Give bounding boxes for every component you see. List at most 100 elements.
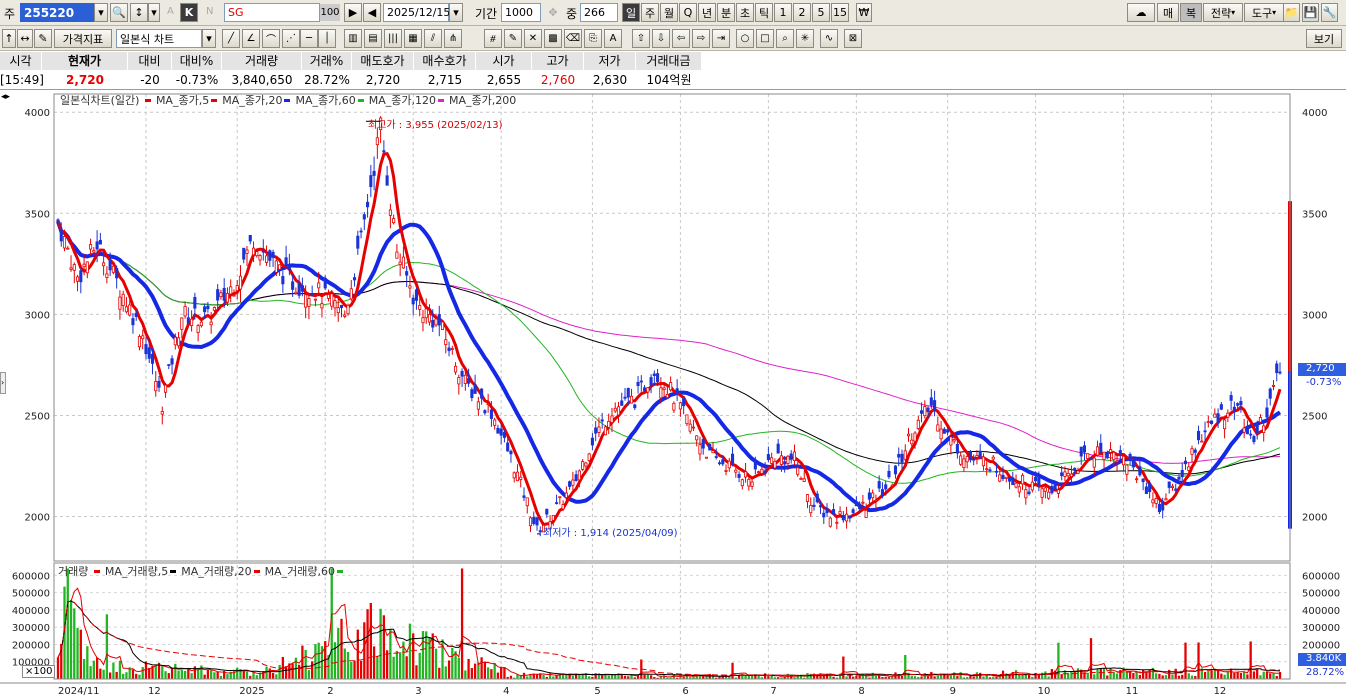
candle-body bbox=[662, 387, 666, 391]
circle-tool-icon[interactable]: ○ bbox=[736, 29, 754, 48]
n-toggle[interactable]: N bbox=[206, 6, 213, 17]
volume-bar bbox=[138, 674, 141, 679]
gann-tool-icon[interactable]: ▥ bbox=[344, 29, 362, 48]
rect-tool-icon[interactable]: □ bbox=[756, 29, 774, 48]
period-button-9[interactable]: 2 bbox=[793, 3, 811, 22]
volume-bar bbox=[649, 675, 653, 679]
save-icon[interactable]: 💾 bbox=[1302, 3, 1319, 22]
left-right-icon[interactable]: ↔ bbox=[17, 29, 33, 48]
andrew-tool-icon[interactable]: ⋔ bbox=[444, 29, 462, 48]
k-toggle[interactable]: K bbox=[180, 3, 198, 22]
settings-icon[interactable]: 🔧 bbox=[1321, 3, 1338, 22]
period-button-8[interactable]: 1 bbox=[774, 3, 792, 22]
candle-body bbox=[265, 255, 269, 263]
right-button-2[interactable]: 전략 ▾ bbox=[1203, 3, 1243, 22]
period-button-0[interactable]: 일 bbox=[622, 3, 640, 22]
fan-tool-icon[interactable]: ⋰ bbox=[282, 29, 300, 48]
price-indicator-button[interactable]: 가격지표 bbox=[54, 29, 112, 48]
candle-body bbox=[962, 458, 966, 469]
export-tool-icon[interactable]: ⇥ bbox=[712, 29, 730, 48]
sort-dropdown-icon[interactable]: ▾ bbox=[148, 3, 160, 22]
zoom-tool-icon[interactable]: ⌕ bbox=[776, 29, 794, 48]
candle-body bbox=[1275, 363, 1279, 374]
side-handle-icon[interactable]: › bbox=[0, 372, 6, 394]
pen-tool-icon[interactable]: ✎ bbox=[504, 29, 522, 48]
period-button-10[interactable]: 5 bbox=[812, 3, 830, 22]
right-button-1[interactable]: 복 bbox=[1180, 3, 1202, 22]
candle-body bbox=[730, 453, 735, 464]
chart-type-dropdown-icon[interactable]: ▾ bbox=[202, 29, 216, 48]
period-button-3[interactable]: Q bbox=[679, 3, 697, 22]
up-arrow-icon[interactable]: ↑ bbox=[2, 29, 16, 48]
hline-tool-icon[interactable]: ─ bbox=[300, 29, 318, 48]
candle-body bbox=[1024, 489, 1028, 499]
a-toggle[interactable]: A bbox=[167, 6, 174, 17]
date-dropdown-icon[interactable]: ▾ bbox=[449, 3, 463, 22]
period-button-2[interactable]: 월 bbox=[660, 3, 678, 22]
candle-body bbox=[1115, 460, 1119, 463]
period-button-5[interactable]: 분 bbox=[717, 3, 735, 22]
right-tool-icon[interactable]: ⇨ bbox=[692, 29, 710, 48]
view-button[interactable]: 보기 bbox=[1306, 29, 1342, 48]
delete-all-icon[interactable]: ⊠ bbox=[844, 29, 862, 48]
quote-header-8: 시가 bbox=[476, 52, 532, 70]
search-icon[interactable]: 🔍 bbox=[110, 3, 128, 22]
angle-tool-icon[interactable]: ∠ bbox=[242, 29, 260, 48]
prev-icon[interactable]: ◀ bbox=[363, 3, 381, 22]
code-dropdown-icon[interactable]: ▾ bbox=[94, 3, 108, 22]
candle-body bbox=[235, 285, 239, 291]
volume-bar bbox=[500, 666, 503, 679]
chart-area[interactable]: 4000 4000 3500 3500 3000 3000 2500 2500 2000 2000… bbox=[0, 90, 1346, 697]
parallel-tool-icon[interactable]: ⧣ bbox=[484, 29, 502, 48]
cycle-tool-icon[interactable]: ||| bbox=[384, 29, 402, 48]
cross-tool-icon[interactable]: ✕ bbox=[524, 29, 542, 48]
channel-tool-icon[interactable]: ⫽ bbox=[424, 29, 442, 48]
volume-bar bbox=[486, 667, 490, 679]
period-input[interactable]: 1000 bbox=[501, 3, 541, 22]
copy-tool-icon[interactable]: ⎘ bbox=[584, 29, 602, 48]
left-tool-icon[interactable]: ⇦ bbox=[672, 29, 690, 48]
date-field[interactable]: 2025/12/15 bbox=[383, 3, 450, 22]
text-tool-icon[interactable]: A bbox=[604, 29, 622, 48]
period-button-1[interactable]: 주 bbox=[641, 3, 659, 22]
crosshair-icon[interactable]: ✥ bbox=[544, 3, 562, 22]
middle-input[interactable]: 266 bbox=[580, 3, 618, 22]
table-tool-icon[interactable]: ▦ bbox=[404, 29, 422, 48]
sort-icon[interactable]: ↕ bbox=[130, 3, 148, 22]
right-button-0[interactable]: 매 bbox=[1157, 3, 1179, 22]
candle-body bbox=[678, 402, 682, 410]
candle-body bbox=[1069, 473, 1073, 477]
volume-bar bbox=[750, 675, 754, 679]
volume-bar bbox=[451, 647, 454, 679]
next-icon[interactable]: ▶ bbox=[344, 3, 362, 22]
eraser-tool-icon[interactable]: ⌫ bbox=[564, 29, 582, 48]
volume-bar bbox=[353, 661, 356, 679]
volume-bar bbox=[1262, 671, 1265, 679]
up-tool-icon[interactable]: ⇧ bbox=[632, 29, 650, 48]
stock-name-field[interactable]: SG bbox=[224, 3, 320, 22]
line-tool-icon[interactable]: ╱ bbox=[222, 29, 240, 48]
period-button-11[interactable]: 15 bbox=[831, 3, 849, 22]
chart-type-select[interactable]: 일본식 차트 bbox=[116, 29, 202, 48]
period-button-4[interactable]: 년 bbox=[698, 3, 716, 22]
wave-tool-icon[interactable]: ∿ bbox=[820, 29, 838, 48]
volume-bar bbox=[1223, 674, 1226, 679]
vline-tool-icon[interactable]: │ bbox=[318, 29, 336, 48]
down-tool-icon[interactable]: ⇩ bbox=[652, 29, 670, 48]
color-tool-icon[interactable]: ▩ bbox=[544, 29, 562, 48]
won-icon[interactable]: ₩ bbox=[856, 3, 872, 22]
magic-tool-icon[interactable]: ✳ bbox=[796, 29, 814, 48]
arc-tool-icon[interactable]: ⌒ bbox=[262, 29, 280, 48]
stock-code-input[interactable]: 255220 bbox=[20, 3, 94, 22]
folder-icon[interactable]: 📁 bbox=[1283, 3, 1300, 22]
volume-bar bbox=[154, 665, 157, 679]
right-button-3[interactable]: 도구 ▾ bbox=[1244, 3, 1284, 22]
candle-body bbox=[704, 456, 709, 459]
cloud-icon[interactable]: ☁ bbox=[1127, 3, 1155, 22]
candle-body bbox=[480, 388, 484, 399]
period-button-7[interactable]: 틱 bbox=[755, 3, 773, 22]
collapse-icon[interactable]: ◂▸ bbox=[1, 92, 10, 102]
edit-icon[interactable]: ✎ bbox=[34, 29, 52, 48]
period-button-6[interactable]: 초 bbox=[736, 3, 754, 22]
fib-tool-icon[interactable]: ▤ bbox=[364, 29, 382, 48]
